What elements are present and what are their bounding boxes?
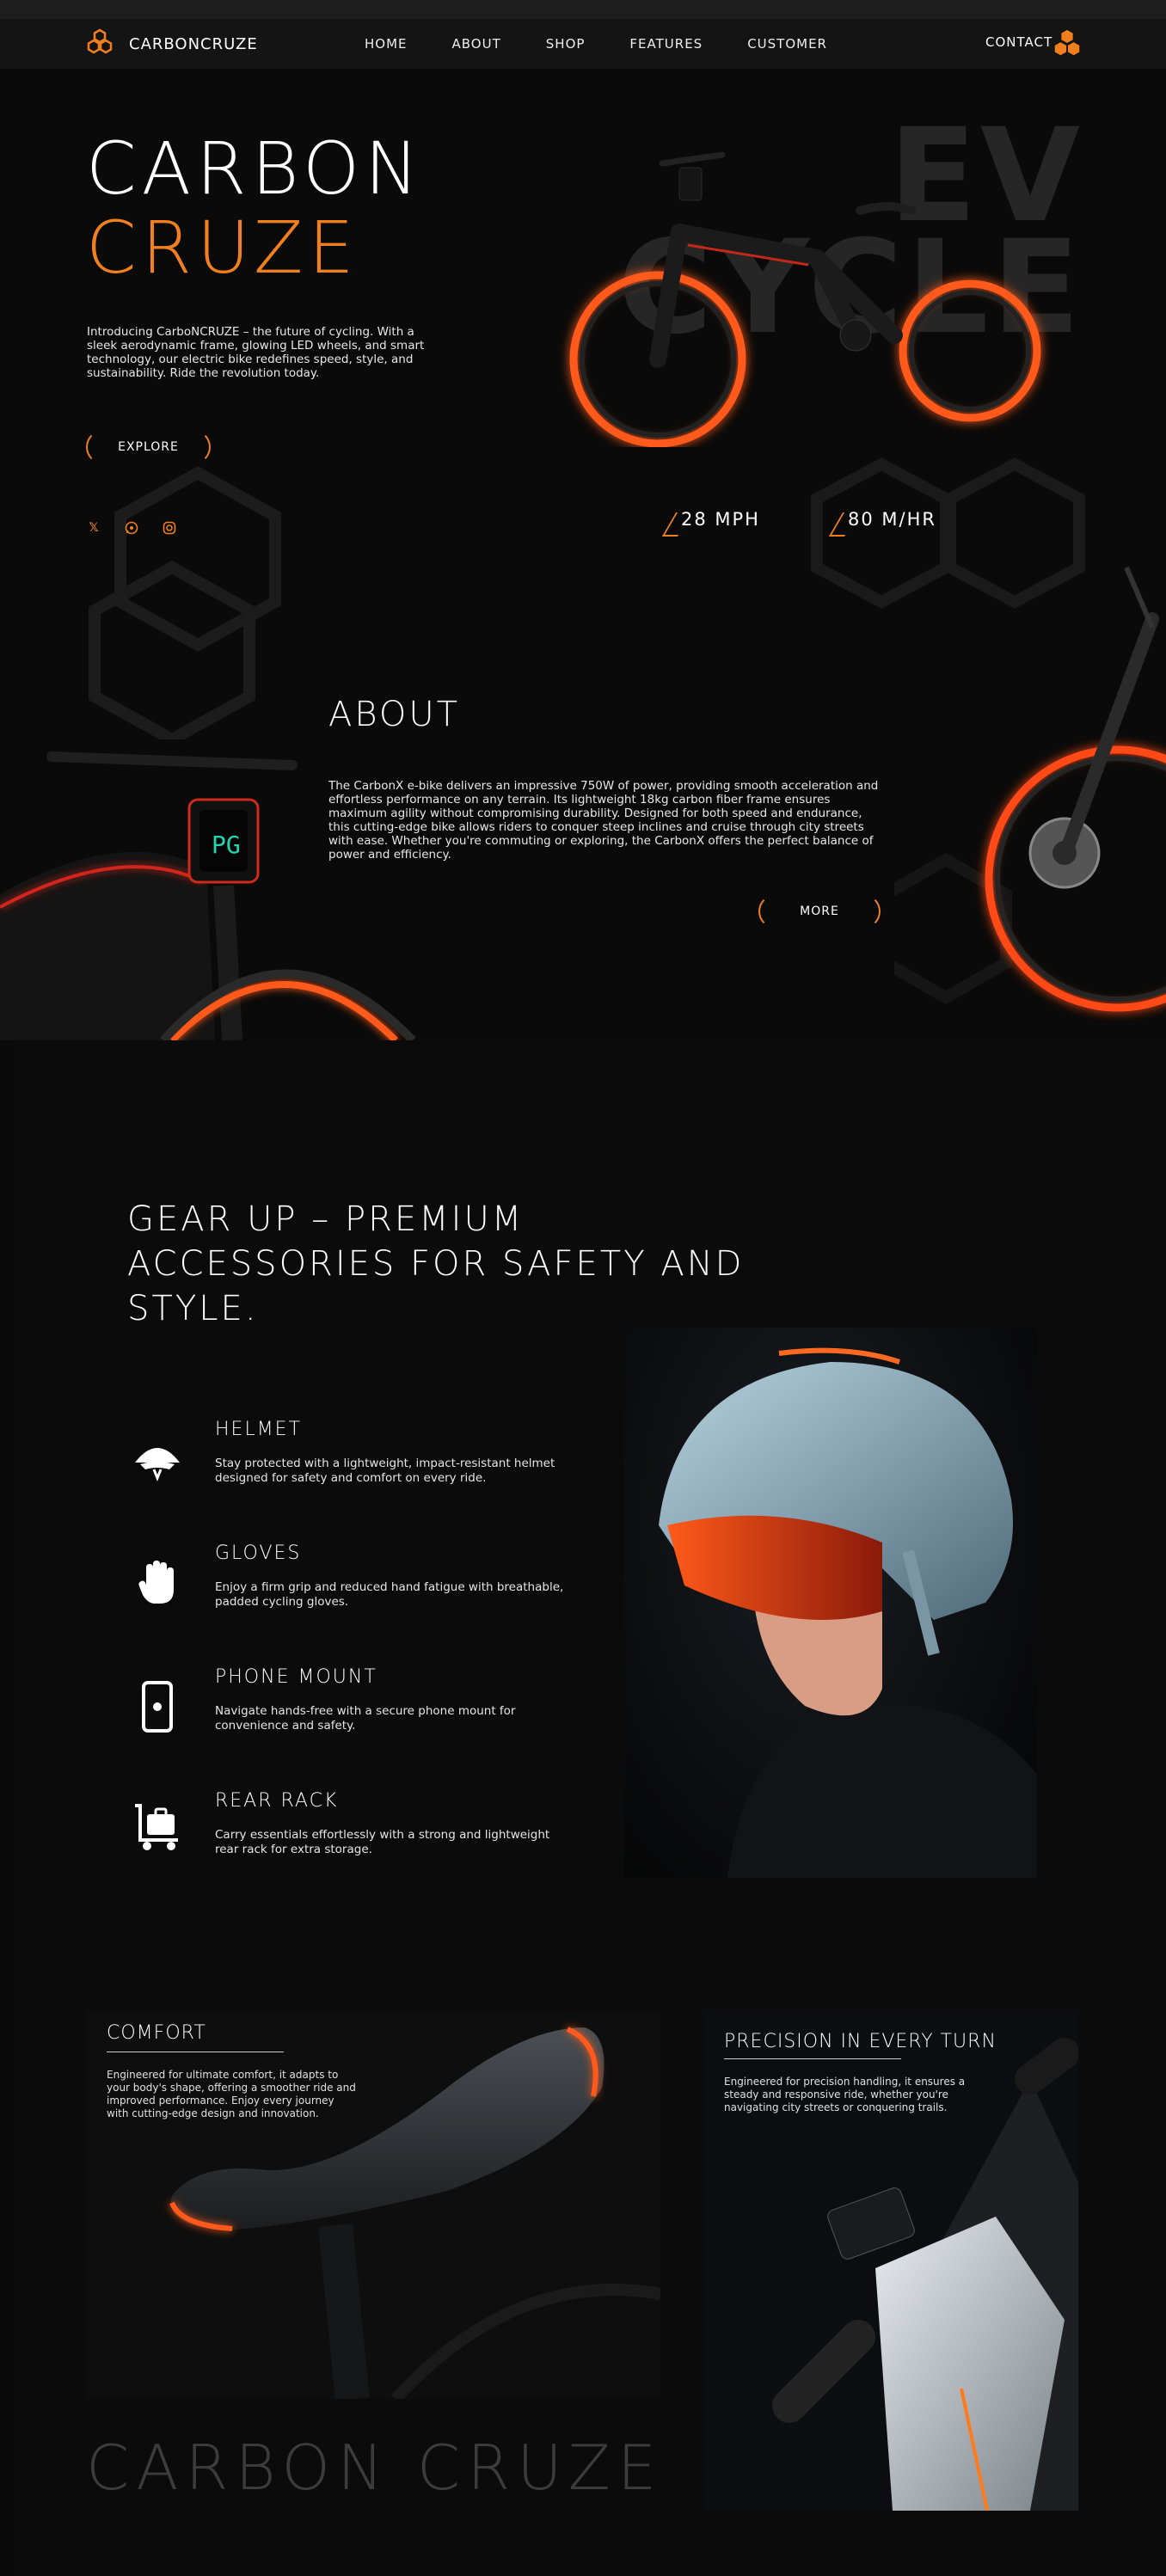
precision-rule	[724, 2058, 901, 2059]
hero-title-line1: CARBON	[86, 126, 424, 211]
hexagon-cluster-icon[interactable]	[1051, 28, 1083, 60]
hero-bike-image	[569, 151, 1041, 447]
nav-contact[interactable]: CONTACT	[985, 34, 1052, 50]
comfort-card: COMFORT Engineered for ultimate comfort,…	[86, 2010, 660, 2399]
more-label: MORE	[800, 905, 839, 918]
about-title: ABOUT	[328, 695, 461, 734]
phone-icon	[127, 1677, 187, 1737]
glove-icon	[127, 1553, 187, 1613]
gear-title: GEAR UP – PREMIUM ACCESSORIES FOR SAFETY…	[127, 1199, 745, 1328]
precision-card: PRECISION IN EVERY TURN Engineered for p…	[703, 2010, 1078, 2511]
hex-outline-decoration	[89, 465, 281, 739]
instagram-icon[interactable]	[162, 520, 177, 536]
gear-rack-desc: Carry essentials effortlessly with a str…	[215, 1828, 550, 1856]
gear-rack-title: REAR RACK	[215, 1790, 339, 1812]
hexagon-logo-icon	[87, 28, 113, 54]
explore-label: EXPLORE	[118, 440, 179, 454]
more-button[interactable]: MORE	[758, 894, 881, 929]
about-bike-closeup-image: PG	[0, 751, 416, 1040]
gear-gloves-title: GLOVES	[215, 1543, 302, 1564]
whatsapp-icon[interactable]	[124, 520, 139, 536]
x-icon[interactable]: 𝕏	[86, 520, 101, 536]
comfort-desc: Engineered for ultimate comfort, it adap…	[107, 2069, 356, 2119]
about-bike-wheel-image	[894, 566, 1166, 1012]
gear-phone-title: PHONE MOUNT	[215, 1666, 377, 1688]
luggage-cart-icon	[127, 1797, 187, 1857]
gear-phone-desc: Navigate hands-free with a secure phone …	[215, 1704, 516, 1733]
comfort-title: COMFORT	[107, 2022, 206, 2044]
gear-helmet-desc: Stay protected with a lightweight, impac…	[215, 1457, 555, 1485]
hero-description: Introducing CarboNCRUZE – the future of …	[87, 325, 425, 380]
social-links: 𝕏	[86, 520, 177, 536]
footer-brand: CARBON CRUZE	[86, 2432, 664, 2504]
helmet-icon	[127, 1430, 187, 1490]
brand-logo-link[interactable]: CARBONCRUZE	[83, 25, 258, 63]
hero-title-line2: CRUZE	[86, 205, 359, 290]
bike-display-text: PG	[212, 831, 241, 859]
hero-title: CARBON CRUZE	[86, 129, 424, 287]
brand-name: CARBONCRUZE	[129, 34, 258, 53]
nav-shop[interactable]: SHOP	[546, 36, 586, 52]
gear-helmet-title: HELMET	[215, 1419, 303, 1440]
nav-customer[interactable]: CUSTOMER	[747, 36, 827, 52]
about-description: The CarbonX e-bike delivers an impressiv…	[328, 779, 879, 862]
top-strip	[0, 0, 1166, 19]
precision-desc: Engineered for precision handling, it en…	[724, 2076, 966, 2113]
main-nav: HOME ABOUT SHOP FEATURES CUSTOMER	[365, 19, 872, 69]
explore-button[interactable]: EXPLORE	[86, 430, 211, 464]
precision-title: PRECISION IN EVERY TURN	[724, 2031, 997, 2052]
nav-features[interactable]: FEATURES	[629, 36, 703, 52]
gear-gloves-desc: Enjoy a firm grip and reduced hand fatig…	[215, 1580, 564, 1609]
helmet-rider-photo	[624, 1328, 1037, 1878]
nav-home[interactable]: HOME	[365, 36, 408, 52]
nav-about[interactable]: ABOUT	[452, 36, 501, 52]
stat-speed: 28 MPH	[681, 509, 760, 530]
stat-range: 80 M/HR	[848, 509, 936, 530]
